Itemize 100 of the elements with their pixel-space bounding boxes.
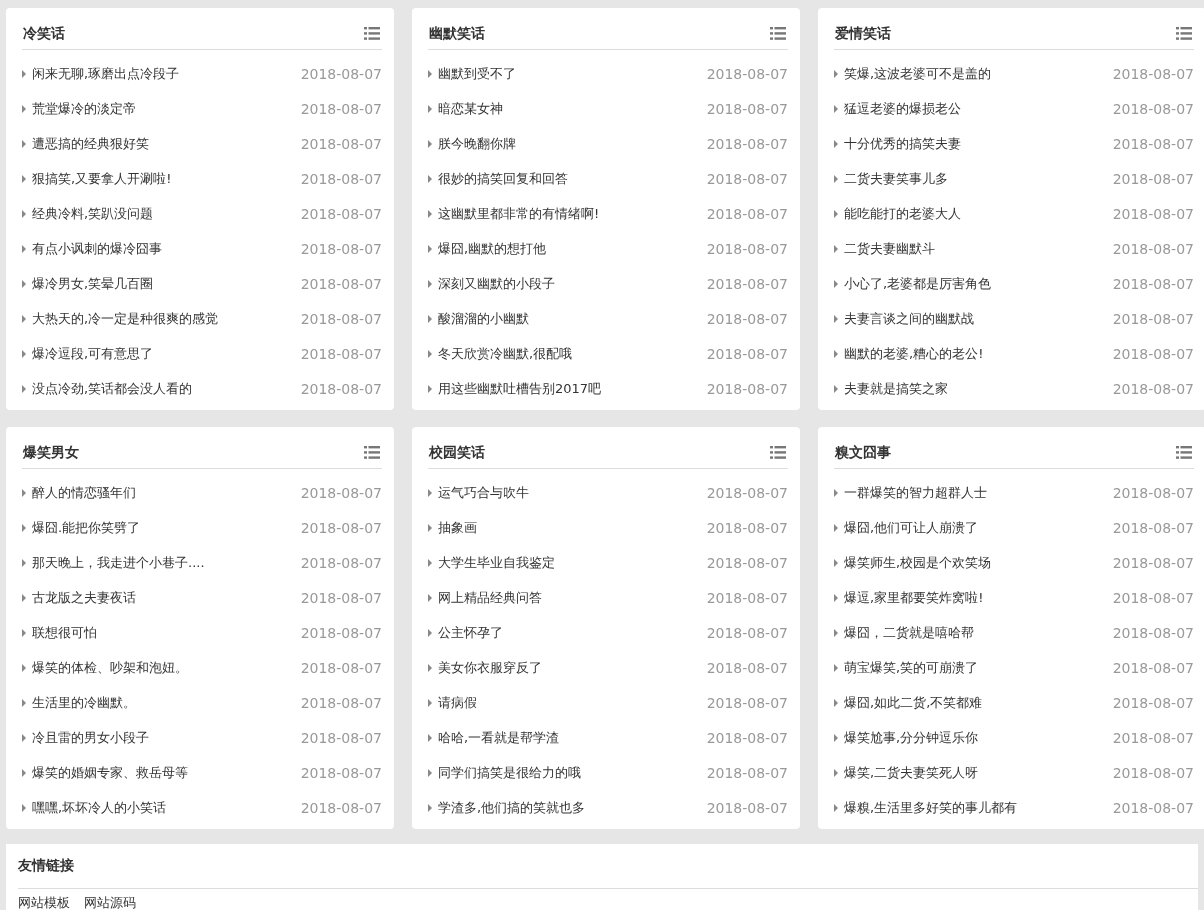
- date-text: 2018-08-07: [706, 589, 788, 606]
- friend-link[interactable]: 网站模板: [18, 895, 70, 910]
- date-text: 2018-08-07: [300, 764, 382, 781]
- panel-title: 幽默笑话: [428, 24, 485, 43]
- article-link[interactable]: 笑爆,这波老婆可不是盖的: [844, 64, 992, 83]
- article-link[interactable]: 小心了,老婆都是厉害角色: [844, 274, 992, 293]
- article-link[interactable]: 爆囧.能把你笑劈了: [32, 518, 141, 537]
- article-link[interactable]: 爆逗,家里都要笑炸窝啦!: [844, 588, 984, 607]
- article-link[interactable]: 遭恶搞的经典狠好笑: [32, 134, 149, 153]
- article-link[interactable]: 学渣多,他们搞的笑就也多: [438, 798, 586, 817]
- bullet-icon: [834, 314, 838, 323]
- article-link[interactable]: 十分优秀的搞笑夫妻: [844, 134, 961, 153]
- article-link[interactable]: 二货夫妻幽默斗: [844, 239, 935, 258]
- date-text: 2018-08-07: [300, 694, 382, 711]
- bullet-icon: [428, 488, 432, 497]
- article-link[interactable]: 二货夫妻笑事儿多: [844, 169, 948, 188]
- date-text: 2018-08-07: [300, 624, 382, 641]
- article-link[interactable]: 夫妻言谈之间的幽默战: [844, 309, 974, 328]
- bullet-icon: [428, 139, 432, 148]
- date-text: 2018-08-07: [1112, 310, 1194, 327]
- article-link[interactable]: 很妙的搞笑回复和回答: [438, 169, 568, 188]
- article-link[interactable]: 爆囧,如此二货,不笑都难: [844, 693, 983, 712]
- article-link[interactable]: 大学生毕业自我鉴定: [438, 553, 555, 572]
- article-link[interactable]: 爆糗,生活里多好笑的事儿都有: [844, 798, 1018, 817]
- bullet-icon: [22, 523, 26, 532]
- date-text: 2018-08-07: [1112, 345, 1194, 362]
- article-link[interactable]: 狠搞笑,又要拿人开涮啦!: [32, 169, 172, 188]
- date-text: 2018-08-07: [1112, 659, 1194, 676]
- article-link[interactable]: 冷且雷的男女小段子: [32, 728, 149, 747]
- article-link[interactable]: 同学们搞笑是很给力的哦: [438, 763, 581, 782]
- bullet-icon: [834, 593, 838, 602]
- list-icon[interactable]: [770, 27, 786, 40]
- bullet-icon: [22, 69, 26, 78]
- date-text: 2018-08-07: [1112, 484, 1194, 501]
- article-link[interactable]: 公主怀孕了: [438, 623, 503, 642]
- article-link[interactable]: 醉人的情恋骚年们: [32, 483, 136, 502]
- list-icon[interactable]: [364, 27, 380, 40]
- article-link[interactable]: 大热天的,冷一定是种很爽的感觉: [32, 309, 219, 328]
- list-icon[interactable]: [1176, 446, 1192, 459]
- date-text: 2018-08-07: [706, 100, 788, 117]
- bullet-icon: [834, 209, 838, 218]
- article-link[interactable]: 冬天欣赏冷幽默,很配哦: [438, 344, 573, 363]
- article-link[interactable]: 暗恋某女神: [438, 99, 503, 118]
- bullet-icon: [834, 663, 838, 672]
- article-link[interactable]: 爆笑的婚姻专家、救岳母等: [32, 763, 188, 782]
- article-link[interactable]: 朕今晚翻你牌: [438, 134, 516, 153]
- article-link[interactable]: 萌宝爆笑,笑的可崩溃了: [844, 658, 979, 677]
- list-icon[interactable]: [364, 446, 380, 459]
- article-link[interactable]: 爆囧,他们可让人崩溃了: [844, 518, 979, 537]
- bullet-icon: [22, 663, 26, 672]
- article-link[interactable]: 那天晚上，我走进个小巷子....: [32, 553, 205, 572]
- bullet-icon: [428, 69, 432, 78]
- date-text: 2018-08-07: [1112, 275, 1194, 292]
- article-link[interactable]: 深刻又幽默的小段子: [438, 274, 555, 293]
- article-link[interactable]: 爆笑尬事,分分钟逗乐你: [844, 728, 979, 747]
- article-link[interactable]: 荒堂爆冷的淡定帝: [32, 99, 136, 118]
- article-link[interactable]: 爆冷逗段,可有意思了: [32, 344, 154, 363]
- article-link[interactable]: 爆笑,二货夫妻笑死人呀: [844, 763, 979, 782]
- article-link[interactable]: 闲来无聊,琢磨出点冷段子: [32, 64, 180, 83]
- article-link[interactable]: 嘿嘿,坏坏冷人的小笑话: [32, 798, 167, 817]
- article-link[interactable]: 夫妻就是搞笑之家: [844, 379, 948, 398]
- article-link[interactable]: 爆冷男女,笑晕几百圈: [32, 274, 154, 293]
- article-link[interactable]: 这幽默里都非常的有情绪啊!: [438, 204, 600, 223]
- article-link[interactable]: 能吃能打的老婆大人: [844, 204, 961, 223]
- article-link[interactable]: 幽默到受不了: [438, 64, 516, 83]
- article-link[interactable]: 联想很可怕: [32, 623, 97, 642]
- article-link[interactable]: 古龙版之夫妻夜话: [32, 588, 136, 607]
- friend-link[interactable]: 网站源码: [84, 895, 136, 910]
- date-text: 2018-08-07: [300, 170, 382, 187]
- date-text: 2018-08-07: [300, 345, 382, 362]
- article-link[interactable]: 幽默的老婆,糟心的老公!: [844, 344, 984, 363]
- article-link[interactable]: 美女你衣服穿反了: [438, 658, 542, 677]
- article-link[interactable]: 生活里的冷幽默。: [32, 693, 136, 712]
- article-link[interactable]: 爆笑的体检、吵架和泡妞。: [32, 658, 188, 677]
- article-link[interactable]: 用这些幽默吐槽告别2017吧: [438, 379, 602, 398]
- article-link[interactable]: 有点小讽刺的爆冷囧事: [32, 239, 162, 258]
- article-link[interactable]: 爆囧，二货就是嘻哈帮: [844, 623, 974, 642]
- article-link[interactable]: 爆笑师生,校园是个欢笑场: [844, 553, 992, 572]
- article-link[interactable]: 爆囧,幽默的想打他: [438, 239, 547, 258]
- article-link[interactable]: 运气巧合与吹牛: [438, 483, 529, 502]
- article-link[interactable]: 没点冷劲,笑话都会没人看的: [32, 379, 193, 398]
- article-link[interactable]: 哈哈,一看就是帮学渣: [438, 728, 560, 747]
- article-link[interactable]: 酸溜溜的小幽默: [438, 309, 529, 328]
- date-text: 2018-08-07: [706, 205, 788, 222]
- date-text: 2018-08-07: [706, 729, 788, 746]
- article-link[interactable]: 请病假: [438, 693, 477, 712]
- date-text: 2018-08-07: [300, 100, 382, 117]
- article-link[interactable]: 猛逗老婆的爆损老公: [844, 99, 961, 118]
- list-icon[interactable]: [1176, 27, 1192, 40]
- bullet-icon: [428, 768, 432, 777]
- article-link[interactable]: 经典冷料,笑趴没问题: [32, 204, 154, 223]
- date-text: 2018-08-07: [300, 519, 382, 536]
- bullet-icon: [22, 593, 26, 602]
- date-text: 2018-08-07: [706, 764, 788, 781]
- article-link[interactable]: 网上精品经典问答: [438, 588, 542, 607]
- article-link[interactable]: 抽象画: [438, 518, 477, 537]
- date-text: 2018-08-07: [1112, 764, 1194, 781]
- list-icon[interactable]: [770, 446, 786, 459]
- article-link[interactable]: 一群爆笑的智力超群人士: [844, 483, 987, 502]
- date-text: 2018-08-07: [706, 170, 788, 187]
